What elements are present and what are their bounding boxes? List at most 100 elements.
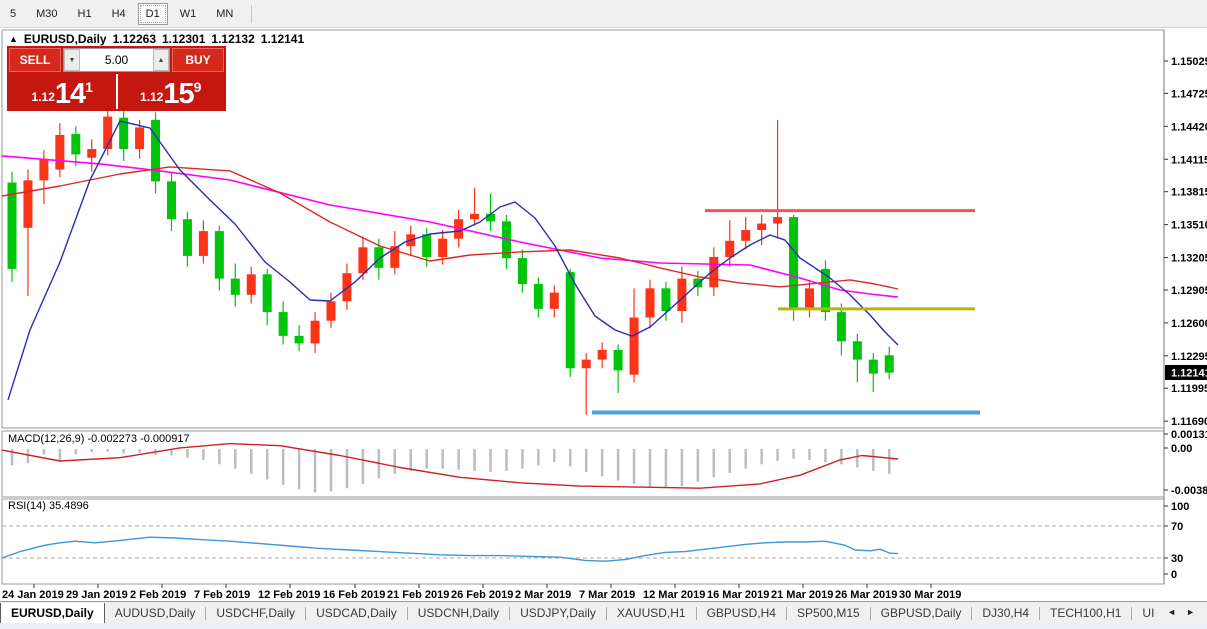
candle-body	[582, 360, 591, 369]
candle-body	[263, 274, 272, 312]
svg-text:1.14420: 1.14420	[1171, 121, 1207, 133]
volume-spinner: ▼ 5.00 ▲	[63, 48, 170, 72]
timeframe-button-5[interactable]: 5	[2, 3, 24, 25]
candle-body	[215, 231, 224, 279]
svg-text:7 Mar 2019: 7 Mar 2019	[579, 589, 635, 601]
chart-tab-gbpusd-daily[interactable]: GBPUSD,Daily	[871, 603, 972, 624]
svg-text:1.14725: 1.14725	[1171, 88, 1207, 100]
chart-tab-ui[interactable]: UI	[1132, 603, 1164, 624]
chart-tab-gbpusd-h4[interactable]: GBPUSD,H4	[697, 603, 786, 624]
candle-body	[279, 312, 288, 336]
timeframe-button-m30[interactable]: M30	[28, 3, 65, 25]
candle-body	[773, 217, 782, 223]
svg-text:1.14115: 1.14115	[1171, 154, 1207, 166]
candle-body	[630, 318, 639, 375]
chart-tab-audusd-daily[interactable]: AUDUSD,Daily	[105, 603, 206, 624]
bid-big-digits: 14	[55, 81, 85, 107]
candle-body	[614, 350, 623, 371]
sell-button[interactable]: SELL	[9, 48, 61, 72]
candle-body	[374, 247, 383, 268]
candle-body	[566, 272, 575, 368]
candle-body	[741, 230, 750, 241]
svg-text:0.00: 0.00	[1171, 443, 1192, 455]
candle-body	[438, 239, 447, 257]
svg-text:2 Feb 2019: 2 Feb 2019	[130, 589, 186, 601]
statusbar-strip	[0, 623, 1207, 629]
macd-pane-label: MACD(12,26,9) -0.002273 -0.000917	[8, 433, 190, 445]
ask-big-digits: 15	[163, 81, 193, 107]
svg-text:29 Jan 2019: 29 Jan 2019	[66, 589, 128, 601]
svg-text:7 Feb 2019: 7 Feb 2019	[194, 589, 250, 601]
chart-tab-dj30-h4[interactable]: DJ30,H4	[972, 603, 1039, 624]
chart-header: ▲ EURUSD,Daily 1.12263 1.12301 1.12132 1…	[9, 32, 304, 46]
candle-body	[135, 127, 144, 149]
timeframe-button-h1[interactable]: H1	[70, 3, 100, 25]
chart-tab-tech100-h1[interactable]: TECH100,H1	[1040, 603, 1131, 624]
candle-body	[661, 288, 670, 311]
date-axis[interactable]: 24 Jan 201929 Jan 20192 Feb 20197 Feb 20…	[2, 584, 961, 601]
svg-text:1.13510: 1.13510	[1171, 220, 1207, 232]
candle-body	[183, 219, 192, 256]
volume-input[interactable]: 5.00	[80, 49, 153, 71]
rsi-pane[interactable]	[2, 499, 1164, 584]
svg-text:26 Feb 2019: 26 Feb 2019	[451, 589, 513, 601]
rsi-axis[interactable]: 10070300	[1164, 501, 1189, 581]
bar-open-value: 1.12263	[113, 32, 156, 46]
collapse-triangle-icon[interactable]: ▲	[9, 34, 18, 44]
svg-text:0.001313: 0.001313	[1171, 429, 1207, 441]
timeframe-button-h4[interactable]: H4	[104, 3, 134, 25]
candle-body	[87, 149, 96, 158]
svg-text:1.13205: 1.13205	[1171, 253, 1207, 265]
candle-body	[869, 360, 878, 374]
timeframe-button-mn[interactable]: MN	[208, 3, 241, 25]
candle-body	[725, 241, 734, 257]
chart-tab-usdchf-daily[interactable]: USDCHF,Daily	[206, 603, 305, 624]
candle-body	[231, 279, 240, 295]
candle-body	[757, 224, 766, 230]
timeframe-button-d1[interactable]: D1	[138, 3, 168, 25]
candle-body	[167, 181, 176, 219]
chart-tab-sp500-m15[interactable]: SP500,M15	[787, 603, 870, 624]
svg-text:1.12905: 1.12905	[1171, 285, 1207, 297]
chart-tab-eurusd-daily[interactable]: EURUSD,Daily	[0, 603, 105, 625]
rsi-value: 35.4896	[49, 500, 89, 512]
candle-body	[518, 258, 527, 284]
volume-decrease-icon[interactable]: ▼	[64, 49, 80, 71]
ask-price-display[interactable]: 1.12 15 9	[118, 74, 225, 109]
trading-terminal-window: 5M30H1H4D1W1MN 1.15025 1.14725 1.14420 1.14…	[0, 0, 1207, 629]
macd-axis[interactable]: 0.001313 0.00 -0.003862	[1164, 429, 1207, 497]
candle-body	[247, 274, 256, 295]
price-axis[interactable]: 1.150251.147251.144201.141151.138151.135…	[1164, 56, 1207, 428]
svg-text:-0.003862: -0.003862	[1171, 485, 1207, 497]
ask-prefix: 1.12	[140, 90, 163, 104]
chart-tab-usdcnh-daily[interactable]: USDCNH,Daily	[408, 603, 509, 624]
buy-button[interactable]: BUY	[172, 48, 224, 72]
svg-text:21 Feb 2019: 21 Feb 2019	[387, 589, 449, 601]
svg-text:1.15025: 1.15025	[1171, 56, 1207, 68]
bid-price-display[interactable]: 1.12 14 1	[9, 74, 118, 109]
rsi-pane-label: RSI(14) 35.4896	[8, 500, 89, 512]
candle-body	[550, 293, 559, 309]
chart-tab-usdjpy-daily[interactable]: USDJPY,Daily	[510, 603, 606, 624]
timeframe-button-w1[interactable]: W1	[172, 3, 205, 25]
chart-tab-usdcad-daily[interactable]: USDCAD,Daily	[306, 603, 407, 624]
candle-body	[853, 341, 862, 359]
volume-increase-icon[interactable]: ▲	[153, 49, 169, 71]
bid-pip-digit: 1	[85, 79, 93, 95]
candle-body	[598, 350, 607, 360]
svg-text:30 Mar 2019: 30 Mar 2019	[899, 589, 961, 601]
current-price-value: 1.12141	[1171, 367, 1207, 379]
candle-body	[23, 180, 32, 228]
bid-prefix: 1.12	[32, 90, 55, 104]
bar-close-value: 1.12141	[261, 32, 304, 46]
macd-name: MACD(12,26,9)	[8, 433, 84, 445]
candle-body	[39, 159, 48, 181]
candle-body	[295, 336, 304, 344]
tabs-scroll-left-icon[interactable]: ◄	[1167, 607, 1176, 617]
chart-tab-xauusd-h1[interactable]: XAUUSD,H1	[607, 603, 696, 624]
candle-body	[311, 321, 320, 344]
svg-text:21 Mar 2019: 21 Mar 2019	[771, 589, 833, 601]
svg-text:12 Feb 2019: 12 Feb 2019	[258, 589, 320, 601]
svg-text:70: 70	[1171, 521, 1183, 533]
tabs-scroll-right-icon[interactable]: ►	[1186, 607, 1195, 617]
